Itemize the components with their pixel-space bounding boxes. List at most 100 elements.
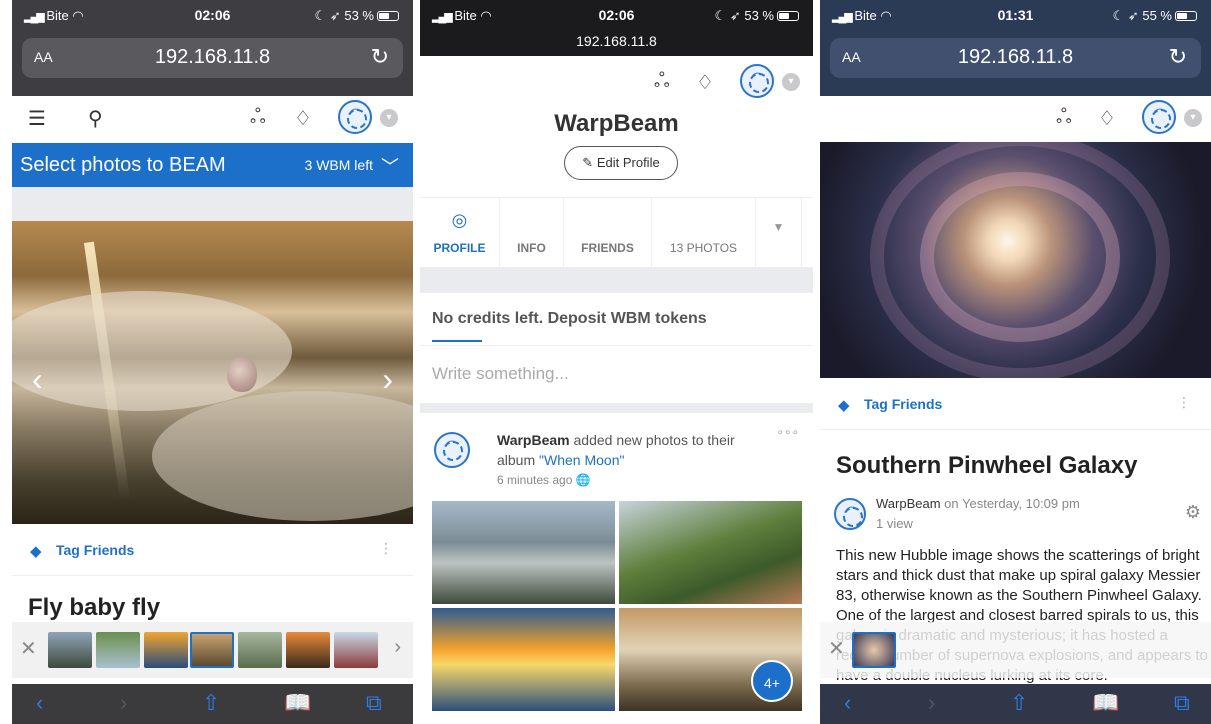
- main-photo: ‹ ›: [12, 221, 413, 524]
- url-text[interactable]: 192.168.11.8: [22, 46, 403, 69]
- site-header: ☰ ⚲ ஃ ♢ ▾: [12, 96, 413, 140]
- notifications-icon[interactable]: ♢: [294, 106, 312, 131]
- tabs-more[interactable]: ▼: [756, 198, 802, 268]
- thumbnail[interactable]: [238, 632, 282, 668]
- credits-left: 3 WBM left: [304, 157, 373, 173]
- post-author[interactable]: WarpBeam: [497, 432, 570, 448]
- notifications-icon[interactable]: ♢: [696, 70, 714, 95]
- panel-photo-select: ▂▄▆ Bite ◠ 02:06 ☾ ➶ 53 % AA 192.168.11.…: [12, 0, 413, 724]
- menu-icon[interactable]: ☰: [28, 106, 46, 131]
- photo-title: Fly baby fly: [28, 594, 161, 621]
- tag-friends-label[interactable]: Tag Friends: [864, 396, 942, 412]
- post-photo[interactable]: [432, 608, 615, 711]
- more-horizontal-icon[interactable]: ∘∘∘: [776, 425, 799, 439]
- edit-profile-button[interactable]: ✎ Edit Profile: [564, 146, 678, 180]
- chevron-down-icon[interactable]: ▾: [380, 109, 398, 127]
- panel-photo-detail: ▂▄▆ Bite ◠ 01:31 ☾ ➶ 55 % AA 192.168.11.…: [820, 0, 1211, 724]
- next-arrow-icon[interactable]: ›: [382, 361, 393, 398]
- bookmarks-icon[interactable]: 📖: [1092, 690, 1119, 716]
- avatar[interactable]: [338, 100, 372, 134]
- avatar[interactable]: [740, 64, 774, 98]
- post-photo[interactable]: [432, 501, 615, 604]
- more-vertical-icon[interactable]: ⋮: [379, 540, 393, 557]
- forward-icon: ›: [928, 690, 936, 715]
- pencil-icon: ✎: [582, 155, 594, 170]
- tab-friends[interactable]: FRIENDS: [564, 198, 652, 268]
- reload-icon[interactable]: ↻: [1169, 44, 1187, 70]
- moon-icon: ☾: [314, 8, 327, 23]
- close-icon[interactable]: ✕: [20, 636, 37, 661]
- address-bar[interactable]: AA 192.168.11.8 ↻: [22, 38, 403, 78]
- chevron-right-icon[interactable]: ›: [394, 636, 401, 659]
- edit-profile-label: Edit Profile: [596, 155, 660, 170]
- back-icon[interactable]: ‹: [36, 690, 43, 716]
- tag-icon: ◆: [838, 397, 850, 414]
- prev-arrow-icon[interactable]: ‹: [32, 361, 43, 398]
- friends-icon[interactable]: ஃ: [654, 70, 670, 95]
- battery-icon: [777, 11, 799, 21]
- status-bar: ▂▄▆ Bite ◠ 02:06 ☾ ➶ 53 % 192.168.11.8: [420, 0, 813, 56]
- tag-friends-row[interactable]: ◆ Tag Friends ⋮: [820, 380, 1211, 430]
- beam-banner[interactable]: Select photos to BEAM 3 WBM left ﹀: [12, 143, 413, 187]
- forward-icon: ›: [120, 690, 128, 715]
- tab-label: 13 PHOTOS: [669, 241, 738, 255]
- battery-level: 53 %: [344, 8, 374, 23]
- share-icon[interactable]: ⇧: [1010, 690, 1028, 716]
- thumbnail-strip: ✕ ›: [12, 622, 413, 678]
- friends-icon[interactable]: ஃ: [1056, 106, 1072, 131]
- back-icon[interactable]: ‹: [844, 690, 851, 716]
- thumbnail[interactable]: [144, 632, 188, 668]
- bookmarks-icon[interactable]: 📖: [284, 690, 311, 716]
- close-icon[interactable]: ✕: [828, 636, 845, 661]
- reload-icon[interactable]: ↻: [371, 44, 389, 70]
- post-timestamp: 6 minutes ago 🌐: [497, 473, 591, 487]
- thumbnail[interactable]: [48, 632, 92, 668]
- thumbnail[interactable]: [334, 632, 378, 668]
- tab-info[interactable]: INFO: [500, 198, 564, 268]
- post-header: WarpBeam added new photos to their album…: [497, 430, 767, 470]
- caret-down-icon: ▼: [772, 220, 785, 234]
- more-vertical-icon[interactable]: ⋮: [1177, 394, 1191, 411]
- tabs-icon[interactable]: ⧉: [366, 690, 382, 716]
- divider: [420, 345, 813, 346]
- fog: [12, 291, 292, 411]
- friends-icon[interactable]: ஃ: [250, 106, 266, 131]
- thumbnail[interactable]: [96, 632, 140, 668]
- author-avatar[interactable]: [834, 498, 866, 530]
- notifications-icon[interactable]: ♢: [1098, 106, 1116, 131]
- post-avatar[interactable]: [434, 432, 470, 468]
- active-underline: [432, 340, 482, 342]
- address-bar[interactable]: AA 192.168.11.8 ↻: [830, 38, 1201, 78]
- tab-profile[interactable]: ◎ PROFILE: [420, 198, 500, 268]
- main-photo: [820, 142, 1211, 378]
- author-name[interactable]: WarpBeam: [876, 496, 941, 511]
- thumbnail-selected[interactable]: [190, 632, 234, 668]
- thumbnail[interactable]: [286, 632, 330, 668]
- location-icon: ➶: [329, 8, 341, 23]
- avatar[interactable]: [1142, 100, 1176, 134]
- more-photos-badge[interactable]: 4+: [751, 660, 793, 702]
- tag-friends-label[interactable]: Tag Friends: [56, 542, 134, 558]
- spacer: [12, 187, 413, 221]
- share-icon[interactable]: ⇧: [202, 690, 220, 716]
- post-photo[interactable]: [619, 501, 802, 604]
- battery-level: 55 %: [1142, 8, 1172, 23]
- tabs-icon[interactable]: ⧉: [1174, 690, 1190, 716]
- chevron-down-icon[interactable]: ▾: [1184, 109, 1202, 127]
- thumbnail-selected[interactable]: [852, 632, 896, 668]
- panel-profile: ▂▄▆ Bite ◠ 02:06 ☾ ➶ 53 % 192.168.11.8 ஃ…: [420, 0, 813, 724]
- location-icon: ➶: [1127, 8, 1139, 23]
- album-link[interactable]: "When Moon": [539, 452, 624, 468]
- spacer: [420, 267, 813, 293]
- chevron-down-icon[interactable]: ﹀: [381, 153, 399, 179]
- url-text[interactable]: 192.168.11.8: [830, 46, 1201, 69]
- search-icon[interactable]: ⚲: [88, 106, 103, 131]
- write-something-input[interactable]: Write something...: [432, 364, 569, 384]
- chevron-down-icon[interactable]: ▾: [782, 73, 800, 91]
- profile-name: WarpBeam: [554, 110, 679, 137]
- tag-friends-row[interactable]: ◆ Tag Friends ⋮: [12, 526, 413, 576]
- gear-icon[interactable]: ⚙: [1185, 502, 1201, 523]
- url-text[interactable]: 192.168.11.8: [420, 33, 813, 49]
- tag-icon: ◆: [30, 543, 42, 560]
- tab-photos[interactable]: 13 PHOTOS: [652, 198, 756, 268]
